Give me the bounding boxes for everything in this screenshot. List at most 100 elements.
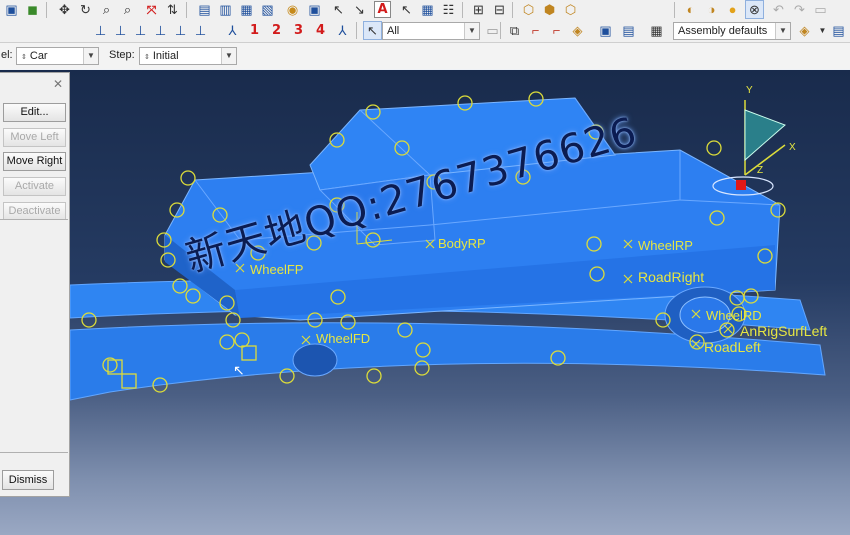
selection-filter-combo[interactable]: All ▼ <box>382 22 480 40</box>
model-combo[interactable]: ⇕ Car ▼ <box>16 47 99 65</box>
rotate-icon[interactable]: ↻ <box>77 1 94 18</box>
table-icon[interactable]: ▤ <box>620 22 637 39</box>
color-icon[interactable]: ◑ <box>703 1 720 18</box>
redo-icon[interactable]: ↷ <box>791 1 808 18</box>
display-group-icon[interactable]: ⌐ <box>527 22 544 39</box>
view-options-icon[interactable]: ◉ <box>284 1 301 18</box>
view-zy-icon[interactable]: ⊥ <box>152 22 169 39</box>
chevron-down-icon[interactable]: ▼ <box>775 23 790 39</box>
point-label-road-right: RoadRight <box>638 269 705 285</box>
render-hidden-icon[interactable]: ▥ <box>217 1 234 18</box>
point-label-body-rp: BodyRP <box>438 236 486 251</box>
render-wireframe-icon[interactable]: ▤ <box>196 1 213 18</box>
measure-icon[interactable]: ↘ <box>351 1 368 18</box>
color-map-icon[interactable]: ▦ <box>648 22 665 39</box>
query-icon[interactable]: ▣ <box>306 1 323 18</box>
table-icon[interactable]: ☷ <box>440 1 457 18</box>
part-icon[interactable]: ⬢ <box>541 1 558 18</box>
replace-icon[interactable]: ◈ <box>569 22 586 39</box>
point-label-road-left: RoadLeft <box>704 339 761 355</box>
view-xz-icon[interactable]: ⊥ <box>192 22 209 39</box>
annotation-icon[interactable]: ↖ <box>330 1 347 18</box>
zoom-box-icon[interactable]: ⌕ <box>119 1 136 18</box>
model-value: Car <box>29 50 48 62</box>
mesh-icon[interactable]: ⬡ <box>562 1 579 18</box>
select-icon[interactable]: ↖ <box>398 1 415 18</box>
instance-icon[interactable]: ◐ <box>682 1 699 18</box>
selection-filter-value: All <box>387 25 400 37</box>
render-shaded-edges-icon[interactable]: ▧ <box>259 1 276 18</box>
view-yz-icon[interactable]: ⊥ <box>132 22 149 39</box>
help-icon[interactable]: ▭ <box>812 1 829 18</box>
table-icon[interactable]: ▤ <box>830 22 847 39</box>
move-right-button[interactable]: Move Right <box>3 152 66 171</box>
toolbar-row-1: ▣ ◼ ✥ ↻ ⌕ ⌕ ⤧ ⇅ ▤ ▥ ▦ ▧ ◉ ▣ ↖ ↘ A ↖ ▦ ☷ … <box>0 0 850 21</box>
render-shaded-icon[interactable]: ▦ <box>238 1 255 18</box>
triad-z-label: Z <box>757 165 764 176</box>
model-label: el: <box>1 49 13 61</box>
number-button-2[interactable]: 2 <box>268 22 285 39</box>
number-button-4[interactable]: 4 <box>312 22 329 39</box>
manager-list-area[interactable] <box>0 219 68 453</box>
fit-view-icon[interactable]: ⤧ <box>143 1 160 18</box>
toolbar-separator <box>356 22 357 39</box>
step-value: Initial <box>152 50 179 62</box>
chevron-down-icon[interactable]: ▼ <box>464 23 479 39</box>
spinner-icon: ⇕ <box>21 54 27 61</box>
toolbar-separator <box>462 2 463 18</box>
ruler2-icon[interactable]: ⊟ <box>491 1 508 18</box>
cycle-view-icon[interactable]: ⇅ <box>164 1 181 18</box>
view-yx-icon[interactable]: ⊥ <box>112 22 129 39</box>
mouse-cursor-icon: ↖ <box>233 362 245 378</box>
add-icon[interactable]: ▣ <box>597 22 614 39</box>
dismiss-button[interactable]: Dismiss <box>2 470 54 490</box>
manager-dialog: ✕ Edit... Move Left Move Right Activate … <box>0 72 70 497</box>
target-icon[interactable]: ⊗ <box>745 0 764 19</box>
iso-view-icon[interactable]: ⅄ <box>224 22 241 39</box>
point-label-wheel-rp: WheelRP <box>638 238 693 253</box>
spinner-icon: ⇕ <box>144 54 150 61</box>
toolbar-separator <box>500 22 501 39</box>
number-button-3[interactable]: 3 <box>290 22 307 39</box>
edit-button[interactable]: Edit... <box>3 103 66 122</box>
ruler-icon[interactable]: ⊞ <box>470 1 487 18</box>
deselect-icon[interactable]: ⧉ <box>506 22 523 39</box>
undo-icon[interactable]: ↶ <box>770 1 787 18</box>
triad-y-label: Y <box>746 85 753 96</box>
render-style-combo[interactable]: Assembly defaults ▼ <box>673 22 791 40</box>
toolbar-separator <box>512 2 513 18</box>
activate-button[interactable]: Activate <box>3 177 66 196</box>
step-combo[interactable]: ⇕ Initial ▼ <box>139 47 237 65</box>
view-xy-icon[interactable]: ⊥ <box>92 22 109 39</box>
triad-x-label: X <box>789 142 796 153</box>
car-model-render <box>69 91 826 401</box>
toolbar-separator <box>674 2 675 18</box>
select-arrow-icon[interactable]: ↖ <box>363 21 382 40</box>
view-zx-icon[interactable]: ⊥ <box>172 22 189 39</box>
chevron-down-icon[interactable]: ▼ <box>83 48 98 64</box>
move-left-button[interactable]: Move Left <box>3 128 66 147</box>
filter-icon[interactable]: ▭ <box>484 22 501 39</box>
wheel-front-left <box>292 343 338 377</box>
save-icon[interactable]: ▣ <box>3 1 20 18</box>
close-icon[interactable]: ✕ <box>53 77 63 91</box>
point-label-wheel-rd: WheelRD <box>706 308 762 323</box>
box-icon[interactable]: ◼ <box>24 1 41 18</box>
assembly-icon[interactable]: ◈ <box>796 22 813 39</box>
chevron-down-icon[interactable]: ▼ <box>814 22 831 39</box>
step-label: Step: <box>109 49 135 61</box>
sun-icon[interactable]: ● <box>724 1 741 18</box>
pan-icon[interactable]: ✥ <box>56 1 73 18</box>
assembly-icon[interactable]: ⬡ <box>520 1 537 18</box>
grid-icon[interactable]: ▦ <box>419 1 436 18</box>
number-button-1[interactable]: 1 <box>246 22 263 39</box>
toolbar-separator <box>46 2 47 18</box>
model-viewport[interactable]: Y X Z WheelFP WheelRP RoadRight WheelFD … <box>0 70 850 535</box>
iso-view-icon[interactable]: ⅄ <box>334 22 351 39</box>
chevron-down-icon[interactable]: ▼ <box>221 48 236 64</box>
text-annotation-icon[interactable]: A <box>374 1 391 18</box>
toolbar-separator <box>186 2 187 18</box>
point-label-wheel-fd: WheelFD <box>316 331 371 346</box>
remove-icon[interactable]: ⌐ <box>548 22 565 39</box>
zoom-icon[interactable]: ⌕ <box>98 1 115 18</box>
